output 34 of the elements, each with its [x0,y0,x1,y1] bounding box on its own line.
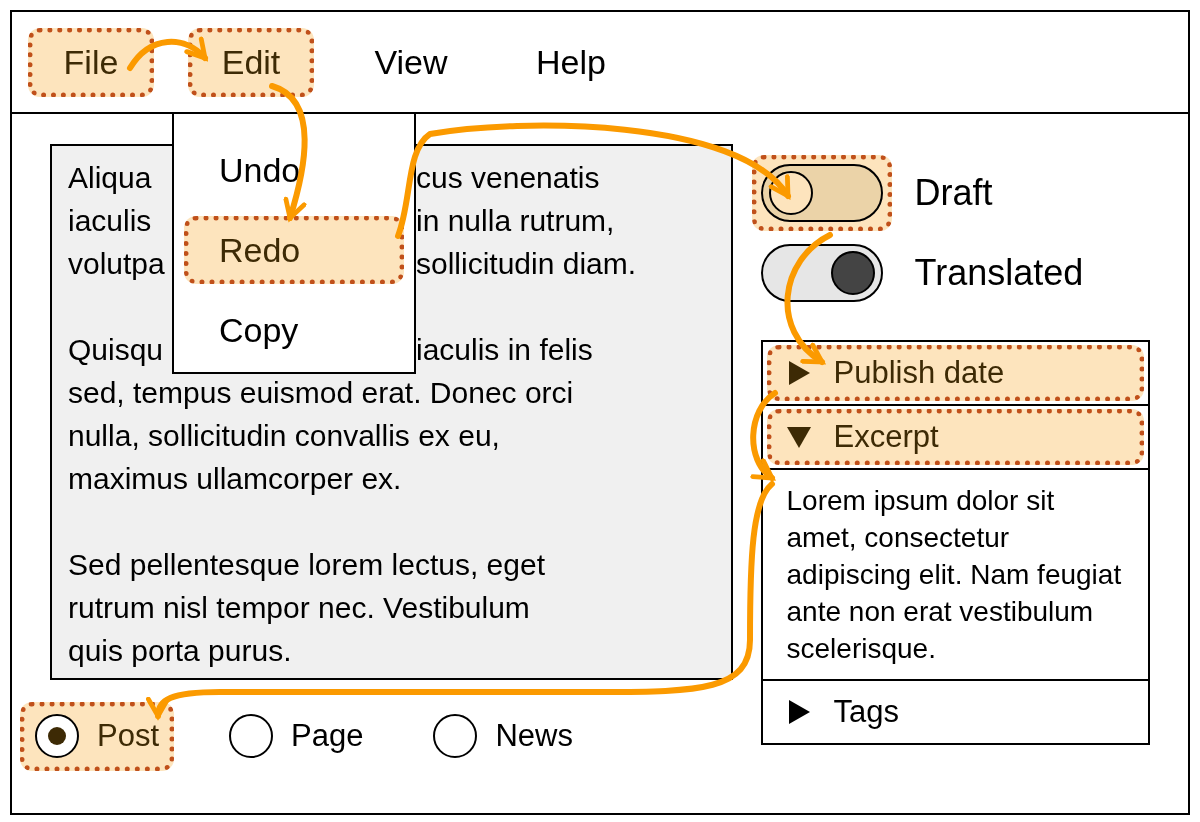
text-line: maximus ullamcorper ex. [68,461,402,497]
triangle-down-icon [785,424,812,450]
toggle-label: Draft [914,171,993,215]
radio-button[interactable] [35,714,79,759]
toggle-switch[interactable] [760,164,883,222]
dropdown-item[interactable]: Redo [184,216,404,284]
radio-option[interactable]: News [418,702,588,771]
menu-item[interactable]: Edit [188,27,314,97]
dropdown-item[interactable]: Undo [184,136,404,204]
toggle-switch[interactable] [760,244,883,302]
radio-option[interactable]: Post [20,702,175,771]
text-line: rutrum nisl tempor nec. Vestibulum [68,590,530,626]
menu-item[interactable]: File [28,27,154,97]
accordion-header[interactable]: Publish date [766,345,1144,401]
text-line: nulla, sollicitudin convallis ex eu, [68,418,500,454]
text-fragment: iaculis in felis [416,332,593,368]
text-fragment: sollicitudin diam. [416,246,637,282]
radio-option[interactable]: Page [214,702,379,771]
accordion-header[interactable]: Tags [766,684,1144,740]
accordion-header[interactable]: Excerpt [766,409,1144,465]
text-fragment: volutpa [68,246,165,282]
excerpt-text: Lorem ipsum dolor sit amet, consectetur adipiscing elit. Nam feugiat ante non erat vestibulum scelerisque. [786,484,1123,666]
text-line: quis porta purus. [68,633,292,669]
text-fragment: Quisqu [68,332,164,368]
text-line: sed, tempus euismod erat. Donec orci [68,375,574,411]
text-fragment: Aliqua [68,160,152,196]
toggle-label: Translated [914,251,1084,295]
text-fragment: in nulla rutrum, [416,203,615,239]
menu-item[interactable]: Help [508,27,634,97]
text-fragment: cus venenatis [416,160,600,196]
text-line: Sed pellentesque lorem lectus, eget [68,547,545,583]
menu-item[interactable]: View [348,27,474,97]
dropdown-item[interactable]: Copy [184,296,404,364]
text-fragment: iaculis [68,203,152,239]
